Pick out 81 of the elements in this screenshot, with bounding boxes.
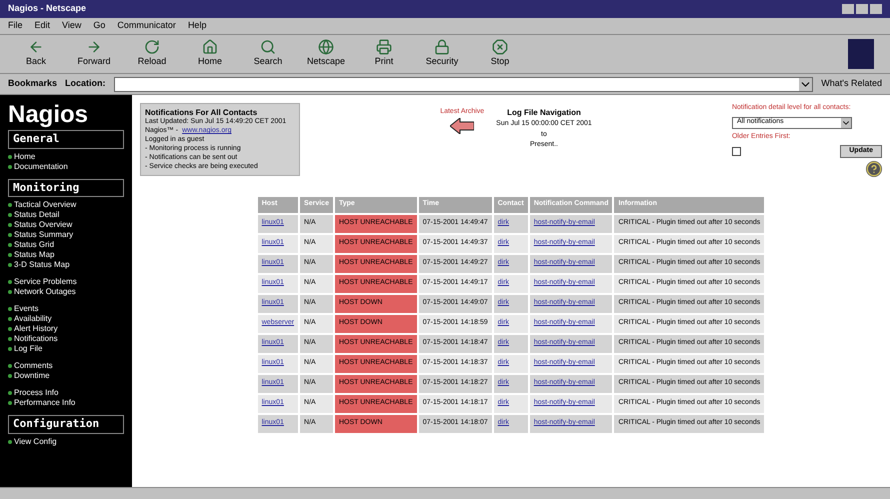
forward-arrow-icon (86, 39, 102, 56)
help-icon[interactable] (866, 160, 882, 176)
bullet-icon (8, 307, 12, 311)
search-icon (260, 39, 276, 56)
sidebar-link[interactable]: Performance Info (8, 398, 124, 408)
window-title: Nagios - Netscape (8, 2, 86, 16)
sidebar-link[interactable]: Status Overview (8, 220, 124, 230)
bookmarks-button[interactable]: Bookmarks (8, 77, 58, 91)
location-field[interactable] (114, 76, 814, 92)
bullet-icon (8, 203, 12, 207)
info-title: Notifications For All Contacts (145, 108, 258, 117)
home-icon (202, 39, 218, 56)
sidebar-link[interactable]: View Config (8, 436, 124, 446)
sidebar-link[interactable]: Process Info (8, 388, 124, 398)
bullet-icon (8, 280, 12, 284)
bullet-icon (8, 317, 12, 321)
menu-item[interactable]: File (8, 19, 23, 33)
bullet-icon (8, 391, 12, 395)
section-heading: Configuration (8, 415, 124, 434)
dropdown-icon (799, 78, 812, 90)
bullet-icon (8, 213, 12, 217)
sidebar-link[interactable]: Status Summary (8, 230, 124, 240)
bullet-icon (8, 154, 12, 158)
toolbar-button[interactable]: Security (422, 39, 462, 69)
globe-icon (318, 39, 334, 56)
section-heading: Monitoring (8, 178, 124, 197)
menu-item[interactable]: View (62, 19, 82, 33)
toolbar-button[interactable]: Forward (74, 39, 114, 69)
sidebar-link[interactable]: Documentation (8, 162, 124, 172)
sidebar-link[interactable]: Home (8, 152, 124, 162)
toolbar-button[interactable]: Stop (480, 39, 520, 69)
sidebar-link[interactable]: Status Detail (8, 210, 124, 220)
sidebar-link[interactable]: Availability (8, 314, 124, 324)
left-arrow-icon[interactable] (450, 118, 474, 134)
bullet-icon (8, 347, 12, 351)
menu-item[interactable]: Help (188, 19, 206, 33)
bullet-icon (8, 164, 12, 168)
lock-icon (434, 39, 450, 56)
toolbar-button[interactable]: Search (248, 39, 288, 69)
menu-item[interactable]: Communicator (117, 19, 176, 33)
toolbar-button[interactable]: Home (190, 39, 230, 69)
sidebar-link[interactable]: Network Outages (8, 287, 124, 297)
whats-related-button[interactable]: What's Related (821, 77, 882, 91)
nagios-logo: Nagios (8, 103, 90, 127)
bullet-icon (8, 243, 12, 247)
bullet-icon (8, 440, 12, 444)
menu-item[interactable]: Go (93, 19, 106, 33)
sidebar-link[interactable]: Service Problems (8, 277, 124, 287)
sidebar-link[interactable]: Alert History (8, 324, 124, 334)
sidebar-link[interactable]: Comments (8, 361, 124, 371)
toolbar-button[interactable]: Back (16, 39, 56, 69)
sidebar-link[interactable]: Log File (8, 344, 124, 354)
sidebar-link[interactable]: Notifications (8, 334, 124, 344)
toolbar-button[interactable]: Netscape (306, 39, 346, 69)
stop-icon (492, 39, 508, 56)
location-label: Location: (65, 77, 106, 90)
navigation-title: Log File Navigation (507, 107, 581, 119)
bullet-icon (8, 337, 12, 341)
bullet-icon (8, 223, 12, 227)
reload-icon (144, 39, 160, 56)
bullet-icon (8, 233, 12, 237)
section-heading: General (8, 130, 124, 148)
bullet-icon (8, 327, 12, 331)
bullet-icon (8, 290, 12, 294)
toolbar-button[interactable]: Reload (132, 39, 172, 69)
sidebar-link[interactable]: Tactical Overview (8, 200, 124, 210)
toolbar-button[interactable]: Print (364, 39, 404, 69)
sidebar-link[interactable]: Status Map (8, 250, 124, 260)
printer-icon (376, 39, 392, 56)
sidebar-link[interactable]: Downtime (8, 371, 124, 381)
bullet-icon (8, 374, 12, 378)
sidebar-link[interactable]: Events (8, 304, 124, 314)
bullet-icon (8, 263, 12, 267)
bullet-icon (8, 401, 12, 405)
dropdown-icon (840, 118, 851, 128)
sidebar-link[interactable]: Status Grid (8, 240, 124, 250)
menu-item[interactable]: Edit (34, 19, 50, 33)
bullet-icon (8, 364, 12, 368)
sidebar-link[interactable]: 3-D Status Map (8, 260, 124, 270)
bullet-icon (8, 253, 12, 257)
older-entries-checkbox[interactable] (732, 146, 741, 156)
